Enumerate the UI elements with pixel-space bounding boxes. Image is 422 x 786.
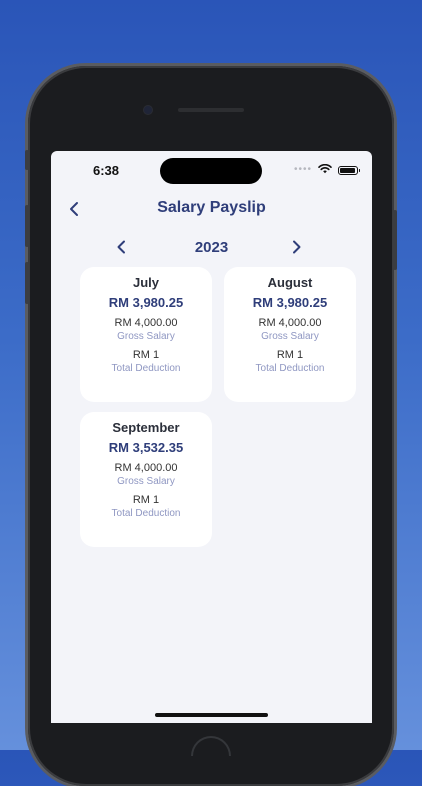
earpiece [178, 108, 244, 112]
payslip-net-amount: RM 3,980.25 [252, 295, 328, 310]
page-title: Salary Payslip [157, 199, 266, 216]
volume-up-button [25, 205, 29, 247]
payslip-net-amount: RM 3,532.35 [108, 440, 184, 455]
gross-salary-value: RM 4,000.00 [258, 317, 322, 329]
silent-switch [25, 150, 29, 170]
payslip-net-amount: RM 3,980.25 [108, 295, 184, 310]
gross-salary-value: RM 4,000.00 [114, 317, 178, 329]
payslip-month: July [132, 275, 159, 290]
volume-down-button [25, 262, 29, 304]
power-button [393, 210, 397, 270]
chevron-right-icon [293, 240, 301, 254]
status-time: 6:38 [93, 163, 120, 178]
year-selector: 2023 [51, 235, 372, 259]
next-year-button[interactable] [287, 235, 307, 259]
front-camera [144, 106, 152, 114]
gross-salary-label: Gross Salary [117, 476, 175, 487]
total-deduction-value: RM 1 [132, 349, 160, 361]
payslip-month: August [267, 275, 313, 290]
payslip-month: September [112, 420, 180, 435]
page-header: Salary Payslip [51, 195, 372, 223]
payslip-card-september[interactable]: September RM 3,532.35 RM 4,000.00 Gross … [80, 412, 212, 547]
total-deduction-label: Total Deduction [111, 508, 181, 519]
signal-dots: •••• [293, 164, 312, 175]
total-deduction-value: RM 1 [276, 349, 304, 361]
app-screen: 6:38 •••• Salary Payslip 2023 July RM 3,… [51, 151, 372, 723]
total-deduction-value: RM 1 [132, 494, 160, 506]
total-deduction-label: Total Deduction [255, 363, 325, 374]
selected-year: 2023 [194, 239, 229, 256]
dynamic-island [160, 158, 262, 184]
payslip-card-august[interactable]: August RM 3,980.25 RM 4,000.00 Gross Sal… [224, 267, 356, 402]
gross-salary-label: Gross Salary [117, 331, 175, 342]
status-bar: 6:38 •••• [51, 151, 372, 191]
wifi-icon [318, 161, 332, 179]
total-deduction-label: Total Deduction [111, 363, 181, 374]
gross-salary-label: Gross Salary [261, 331, 319, 342]
battery-icon [338, 165, 360, 175]
status-icons: •••• [293, 161, 360, 179]
home-indicator[interactable] [155, 713, 268, 717]
payslip-card-july[interactable]: July RM 3,980.25 RM 4,000.00 Gross Salar… [80, 267, 212, 402]
gross-salary-value: RM 4,000.00 [114, 462, 178, 474]
